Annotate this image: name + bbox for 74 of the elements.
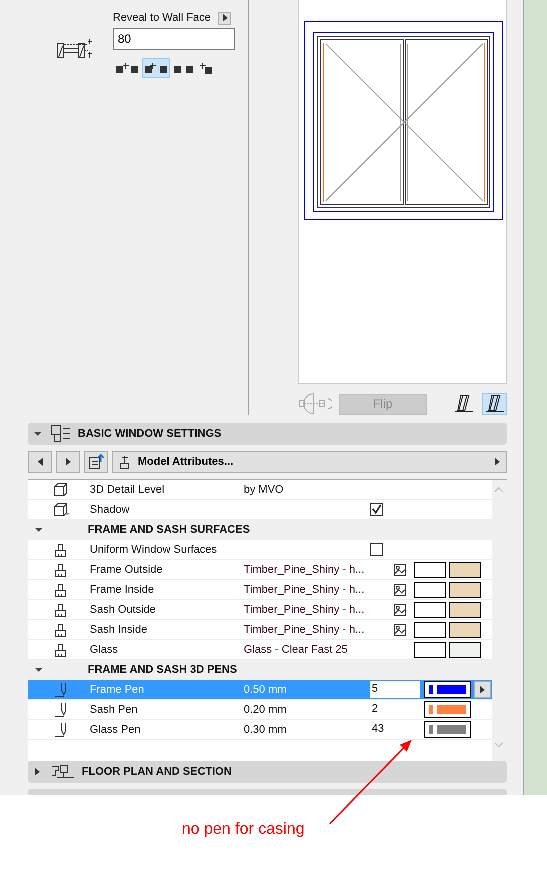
setting-name: Frame Outside: [90, 564, 164, 576]
setting-name: Glass: [90, 644, 120, 656]
color-swatch[interactable]: [414, 622, 446, 638]
color-swatch[interactable]: [414, 642, 446, 658]
color-swatch[interactable]: [449, 562, 481, 578]
setting-name: Sash Pen: [90, 704, 139, 716]
reveal-option-icon: [199, 61, 213, 75]
pen-number: 43: [371, 722, 386, 737]
material-name: Timber_Pine_Shiny - h...: [244, 604, 366, 616]
reveal-option-button[interactable]: [142, 58, 170, 78]
setting-name: Frame Inside: [90, 584, 156, 596]
color-swatch[interactable]: [414, 602, 446, 618]
panel-title: FLOOR PLAN AND SECTION: [82, 766, 232, 778]
color-swatch[interactable]: [449, 642, 481, 658]
previous-button[interactable]: [28, 451, 52, 473]
caret-icon: [221, 13, 230, 23]
pen-swatch[interactable]: [424, 681, 471, 698]
attributes-dropdown[interactable]: Model Attributes...: [112, 451, 507, 473]
setting-value: by MVO: [244, 484, 285, 496]
import-button[interactable]: [84, 451, 108, 473]
group-title: FRAME AND SASH 3D PENS: [88, 664, 238, 676]
pen-width: 0.20 mm: [244, 704, 288, 716]
annotation-text: no pen for casing: [182, 821, 305, 839]
scroll-up-icon: [494, 486, 504, 494]
menu-button[interactable]: [218, 12, 232, 24]
window-view-icon: [454, 394, 474, 414]
reveal-option-icon: [144, 61, 168, 75]
caret-right-icon: [64, 457, 72, 467]
scroll-down-icon: [494, 741, 504, 749]
reveal-field[interactable]: 80: [113, 28, 235, 50]
panel-header[interactable]: FLOOR PLAN AND SECTION: [28, 761, 507, 783]
pen-width: 0.30 mm: [244, 724, 288, 736]
setting-name: Shadow: [90, 504, 131, 516]
color-swatch[interactable]: [449, 622, 481, 638]
color-swatch[interactable]: [449, 602, 481, 618]
checkbox[interactable]: [370, 543, 383, 556]
group-title: FRAME AND SASH SURFACES: [88, 524, 250, 536]
reveal-label: Reveal to Wall Face: [113, 12, 212, 24]
material-name: Timber_Pine_Shiny - h...: [244, 624, 366, 636]
expand-arrow-icon: [33, 429, 43, 439]
pen-swatch[interactable]: [424, 701, 471, 718]
material-name: Timber_Pine_Shiny - h...: [244, 564, 366, 576]
window-view-icon: [484, 394, 504, 414]
setting-name: Glass Pen: [90, 724, 142, 736]
caret-icon: [493, 457, 502, 467]
setting-name: 3D Detail Level: [90, 484, 166, 496]
checkbox[interactable]: [370, 503, 383, 516]
setting-name: Sash Outside: [90, 604, 158, 616]
material-name: Glass - Clear Fast 25: [244, 644, 349, 656]
pen-width: 0.50 mm: [244, 684, 288, 696]
setting-name: Sash Inside: [90, 624, 148, 636]
caret-icon: [478, 684, 487, 694]
caret-left-icon: [36, 457, 44, 467]
pen-number: 2: [371, 702, 380, 717]
setting-name: Frame Pen: [90, 684, 146, 696]
pen-menu-button[interactable]: [474, 681, 491, 698]
shadow-icon: [53, 502, 71, 518]
next-button[interactable]: [56, 451, 80, 473]
setting-name: Uniform Window Surfaces: [90, 544, 218, 556]
flip-icon: [298, 393, 332, 415]
panel-header[interactable]: BASIC WINDOW SETTINGS: [28, 423, 507, 445]
reveal-option-icon: [115, 61, 139, 75]
settings-icon: [51, 425, 71, 443]
view-button[interactable]: [482, 393, 507, 415]
pen-swatch[interactable]: [424, 721, 471, 738]
reveal-icon: [57, 38, 93, 60]
document-arrow-icon: [88, 454, 104, 470]
material-name: Timber_Pine_Shiny - h...: [244, 584, 366, 596]
color-swatch[interactable]: [414, 562, 446, 578]
floor-plan-icon: [51, 764, 75, 780]
pen-number-field[interactable]: 5: [370, 681, 420, 698]
color-swatch[interactable]: [449, 582, 481, 598]
color-swatch[interactable]: [414, 582, 446, 598]
panel-title: BASIC WINDOW SETTINGS: [78, 428, 222, 440]
